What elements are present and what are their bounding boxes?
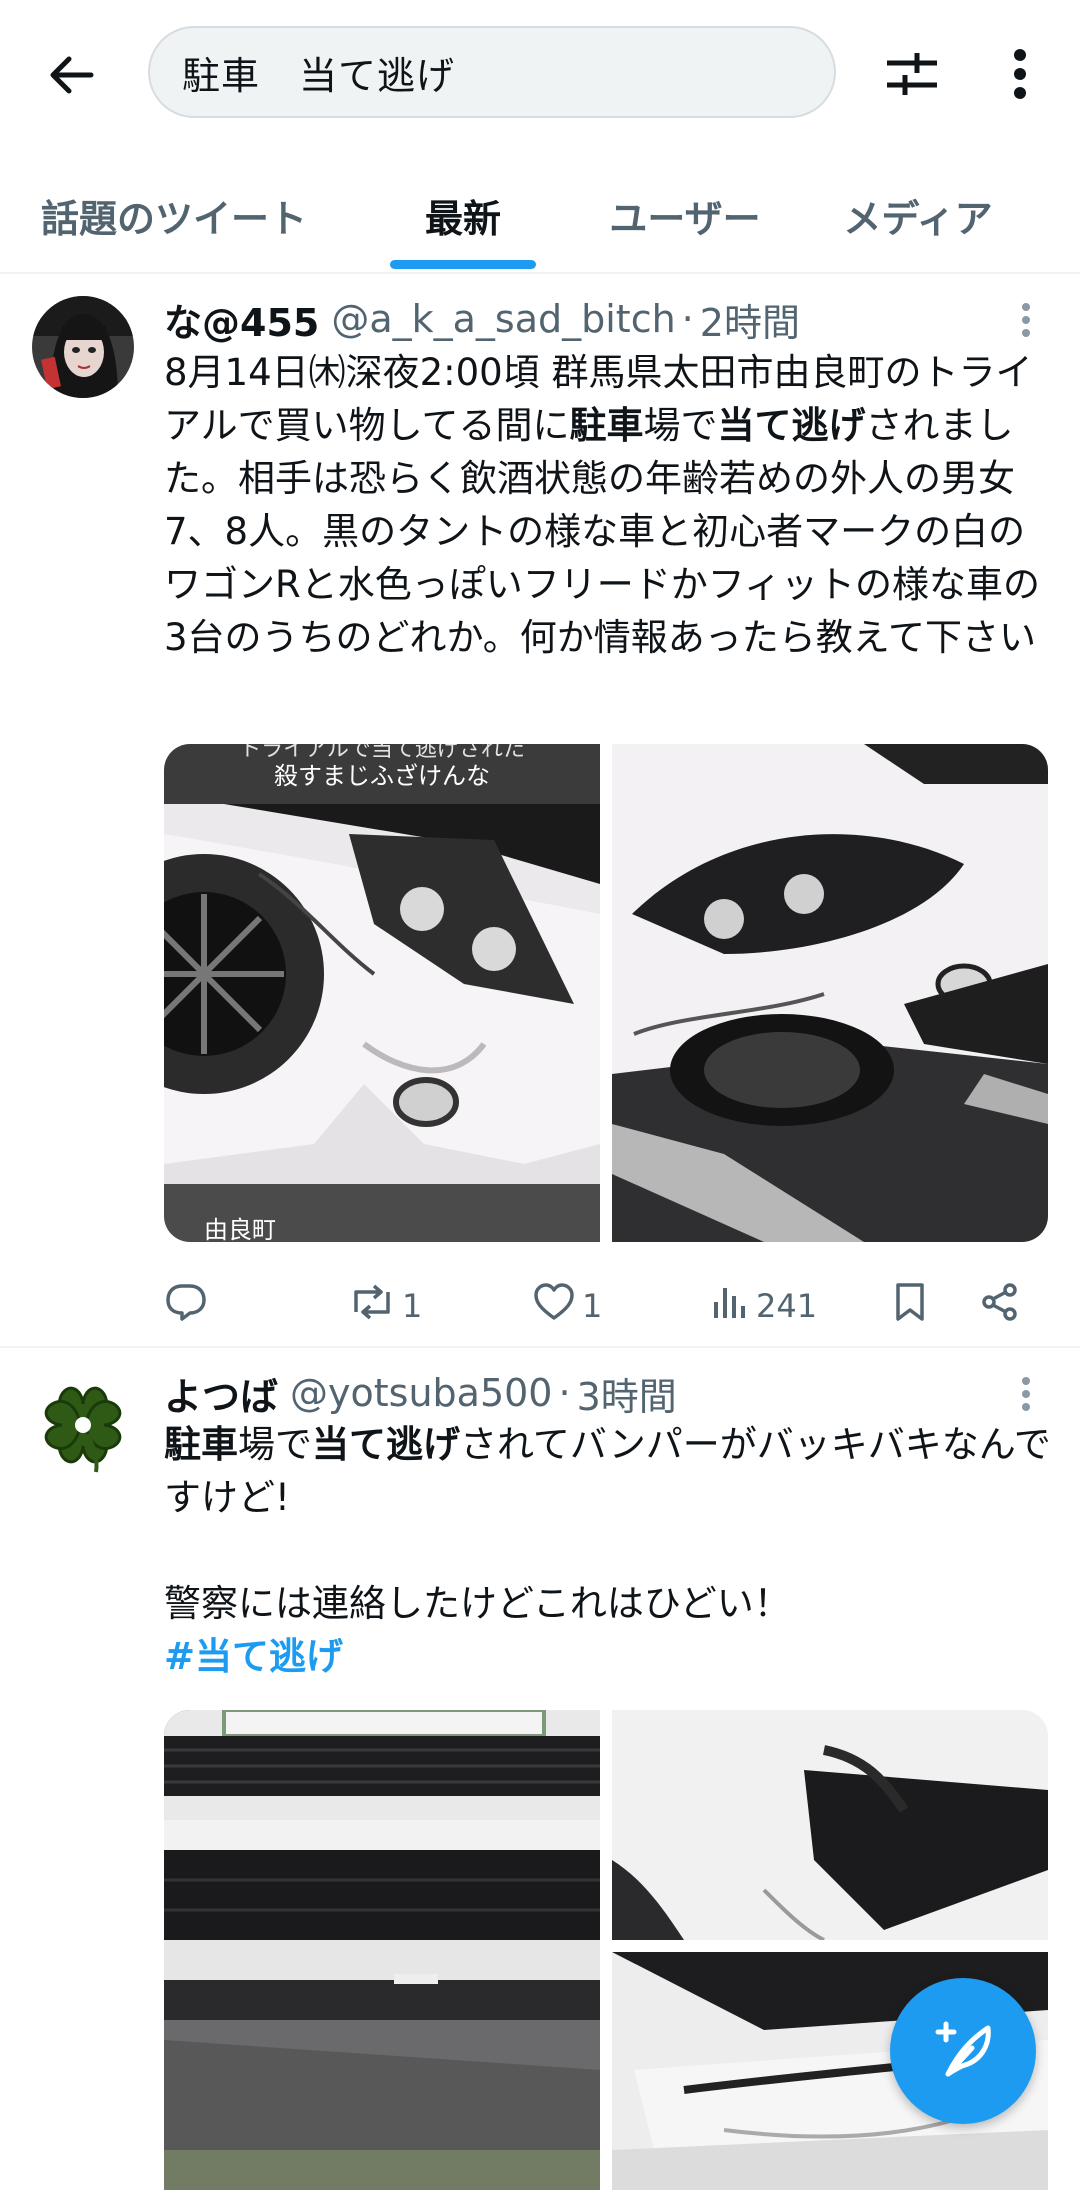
search-query: 駐車 当て逃げ	[182, 53, 456, 98]
search-filter-icon[interactable]	[872, 36, 952, 112]
tweet-media-grid: 殺すまじふざけんな トライアルで当て逃げされた 由良町	[164, 744, 1048, 1242]
search-input[interactable]: 駐車 当て逃げ	[148, 26, 836, 118]
views-chart-icon	[710, 1282, 750, 1330]
tweet-menu-icon[interactable]	[1010, 1372, 1042, 1416]
tab-media[interactable]: メディア	[820, 160, 1016, 270]
car-photo-right[interactable]	[612, 744, 1048, 1242]
avatar[interactable]	[32, 296, 134, 398]
view-count: 241	[756, 1287, 818, 1325]
display-name[interactable]: よつば	[164, 1366, 278, 1421]
heart-icon	[532, 1282, 576, 1330]
reply-button[interactable]	[164, 1270, 208, 1342]
highlight-keyword: 当て逃げ	[717, 404, 866, 447]
text-paragraph: 警察には連絡したけどこれはひどい！	[164, 1582, 791, 1625]
hashtag-link[interactable]: #当て逃げ	[164, 1630, 1054, 1683]
display-name[interactable]: な@455	[164, 292, 319, 347]
separator-dot: ·	[681, 297, 694, 341]
image-caption-bottom: 由良町	[204, 1216, 276, 1242]
separator-dot: ·	[558, 1371, 571, 1415]
tab-top[interactable]: 話題のツイート	[14, 160, 334, 270]
share-button[interactable]	[980, 1270, 1020, 1342]
active-tab-indicator	[390, 260, 536, 269]
tweet-media-grid	[164, 1710, 1048, 2190]
like-count: 1	[582, 1287, 603, 1325]
tweet-text: 駐車場で当て逃げされてバンパーがバッキバキなんですけど! 警察には連絡したけどこ…	[164, 1418, 1054, 1683]
back-arrow-icon[interactable]	[34, 38, 108, 112]
bumper-photo-top-right[interactable]	[612, 1710, 1048, 1942]
top-bar: 駐車 当て逃げ	[0, 0, 1080, 148]
text-segment: 場で	[643, 404, 718, 447]
views-button[interactable]: 241	[710, 1270, 817, 1342]
retweet-button[interactable]: 1	[348, 1270, 422, 1342]
highlight-keyword: 当て逃げ	[312, 1423, 460, 1466]
reply-icon	[164, 1282, 208, 1330]
tweet-actions: 1 1 241	[164, 1270, 1044, 1342]
like-button[interactable]: 1	[532, 1270, 602, 1342]
more-options-icon[interactable]	[984, 36, 1056, 112]
search-tabs: 話題のツイート 最新 ユーザー メディア	[0, 160, 1080, 274]
bookmark-button[interactable]	[892, 1270, 928, 1342]
tweet-text: 8月14日㈭深夜2:00頃 群馬県太田市由良町のトライアルで買い物してる間に駐車…	[164, 346, 1054, 664]
retweet-icon	[348, 1282, 396, 1330]
tweet-card[interactable]: な@455 @a_k_a_sad_bitch · 2時間 8月14日㈭深夜2:0…	[0, 274, 1080, 1346]
highlight-keyword: 駐車	[569, 404, 644, 447]
image-caption-partial: トライアルで当て逃げされた	[239, 744, 525, 762]
timestamp: 2時間	[699, 300, 800, 345]
avatar[interactable]	[32, 1374, 134, 1476]
timestamp: 3時間	[576, 1374, 677, 1419]
user-handle[interactable]: @yotsuba500	[290, 1371, 552, 1415]
retweet-count: 1	[402, 1287, 423, 1325]
tweet-header: よつば @yotsuba500 · 3時間	[164, 1366, 677, 1421]
text-segment: 場で	[238, 1423, 312, 1466]
tab-latest[interactable]: 最新	[374, 160, 552, 270]
tweet-header: な@455 @a_k_a_sad_bitch · 2時間	[164, 292, 800, 347]
text-paragraph: 駐車場で当て逃げされてバンパーがバッキバキなんですけど!	[164, 1418, 1054, 1524]
tab-users[interactable]: ユーザー	[590, 160, 780, 270]
car-photo-left[interactable]	[164, 744, 600, 1242]
share-icon	[980, 1282, 1020, 1330]
bookmark-icon	[892, 1282, 928, 1330]
tweet-menu-icon[interactable]	[1010, 298, 1042, 342]
user-handle[interactable]: @a_k_a_sad_bitch	[331, 297, 675, 341]
compose-feather-icon	[928, 2014, 998, 2088]
image-caption-top: 殺すまじふざけんな	[274, 762, 490, 790]
highlight-keyword: 駐車	[164, 1423, 238, 1466]
compose-tweet-button[interactable]	[890, 1978, 1036, 2124]
bumper-photo-left[interactable]	[164, 1710, 600, 2190]
